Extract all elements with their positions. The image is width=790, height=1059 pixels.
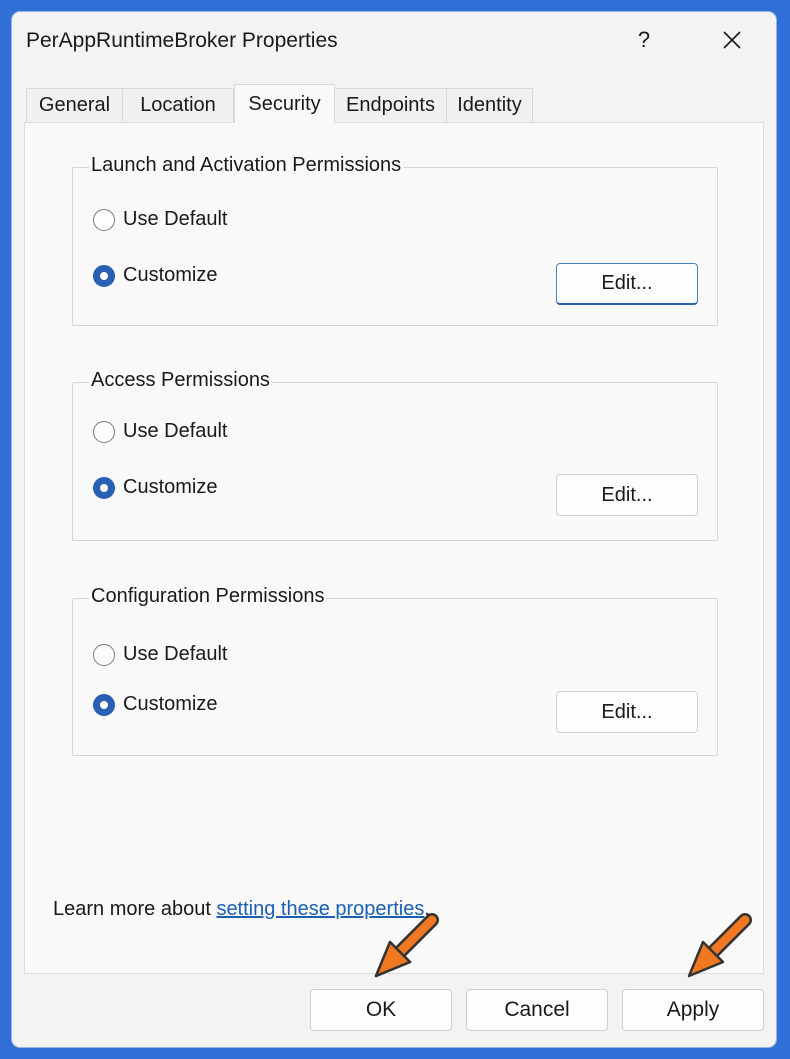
title-bar: PerAppRuntimeBroker Properties ? bbox=[12, 12, 776, 72]
tab-endpoints[interactable]: Endpoints bbox=[334, 88, 447, 122]
radio-label: Use Default bbox=[123, 643, 228, 665]
radio-button-icon[interactable] bbox=[93, 420, 115, 443]
access-permissions-group: Access Permissions Use Default Customize… bbox=[72, 369, 718, 541]
access-edit-button[interactable]: Edit... bbox=[556, 474, 698, 516]
tab-general[interactable]: General bbox=[26, 88, 123, 122]
group-title: Configuration Permissions bbox=[89, 585, 327, 608]
security-tab-panel: Launch and Activation Permissions Use De… bbox=[24, 122, 764, 974]
launch-activation-permissions-group: Launch and Activation Permissions Use De… bbox=[72, 154, 718, 326]
launch-edit-button[interactable]: Edit... bbox=[556, 263, 698, 305]
apply-button[interactable]: Apply bbox=[622, 989, 764, 1031]
config-use-default-radio[interactable]: Use Default bbox=[93, 643, 228, 666]
radio-label: Customize bbox=[123, 264, 218, 286]
config-customize-radio[interactable]: Customize bbox=[93, 693, 217, 716]
window-title: PerAppRuntimeBroker Properties bbox=[26, 29, 338, 52]
radio-button-checked-icon[interactable] bbox=[93, 693, 115, 716]
group-title: Access Permissions bbox=[89, 369, 272, 392]
learn-more-prefix: Learn more about bbox=[53, 898, 217, 920]
tab-location[interactable]: Location bbox=[122, 88, 234, 122]
orange-arrow-icon bbox=[374, 913, 439, 978]
launch-use-default-radio[interactable]: Use Default bbox=[93, 208, 228, 231]
config-edit-button[interactable]: Edit... bbox=[556, 691, 698, 733]
radio-button-icon[interactable] bbox=[93, 208, 115, 231]
radio-button-icon[interactable] bbox=[93, 643, 115, 666]
configuration-permissions-group: Configuration Permissions Use Default Cu… bbox=[72, 585, 718, 756]
access-customize-radio[interactable]: Customize bbox=[93, 476, 217, 499]
launch-customize-radio[interactable]: Customize bbox=[93, 264, 217, 287]
properties-dialog: PerAppRuntimeBroker Properties ? General… bbox=[12, 12, 776, 1047]
close-button[interactable] bbox=[700, 12, 764, 68]
radio-label: Customize bbox=[123, 476, 218, 498]
orange-arrow-icon bbox=[687, 913, 752, 978]
radio-label: Use Default bbox=[123, 420, 228, 442]
tab-identity[interactable]: Identity bbox=[446, 88, 533, 122]
radio-label: Customize bbox=[123, 693, 218, 715]
radio-button-checked-icon[interactable] bbox=[93, 476, 115, 499]
cancel-button[interactable]: Cancel bbox=[466, 989, 608, 1031]
radio-button-checked-icon[interactable] bbox=[93, 264, 115, 287]
ok-button[interactable]: OK bbox=[310, 989, 452, 1031]
radio-label: Use Default bbox=[123, 208, 228, 230]
access-use-default-radio[interactable]: Use Default bbox=[93, 420, 228, 443]
group-title: Launch and Activation Permissions bbox=[89, 154, 404, 177]
help-button[interactable]: ? bbox=[612, 12, 676, 68]
tab-security[interactable]: Security bbox=[234, 84, 335, 123]
close-icon bbox=[723, 31, 741, 49]
